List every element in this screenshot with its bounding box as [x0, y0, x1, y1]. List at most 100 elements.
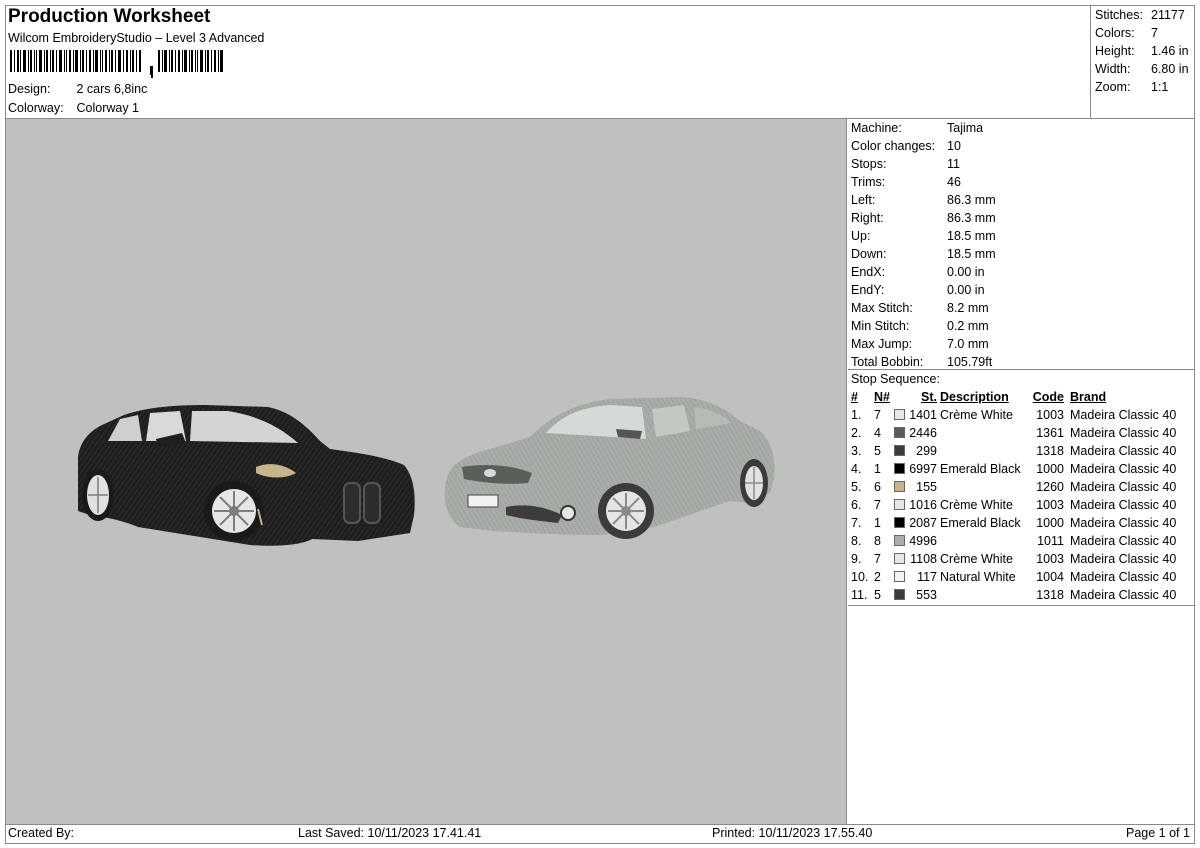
needle-number: 8 [874, 534, 881, 548]
info-label: Trims: [851, 175, 886, 189]
thread-code: 1003 [1036, 498, 1064, 512]
thread-description: Crème White [940, 408, 1013, 422]
stitch-count: 1108 [910, 552, 937, 566]
info-label: Stops: [851, 157, 887, 171]
info-value: 86.3 mm [947, 193, 996, 207]
table-row: 9. 7 1108 Crème White 1003 Madeira Classic 40 [848, 550, 1182, 568]
colorway-value: Colorway 1 [76, 101, 140, 115]
info-row: EndY: 0.00 in [848, 281, 1195, 299]
thread-color-chip [894, 445, 905, 457]
needle-number: 2 [874, 570, 881, 584]
machine-info-panel: Machine: Tajima Color changes: 10 Stops: 11… [848, 119, 1195, 371]
stitch-count: 6997 [909, 462, 937, 476]
colorway-label: Colorway: [8, 101, 64, 115]
thread-color-chip [894, 517, 905, 529]
stop-number: 2. [851, 426, 862, 440]
info-label: EndX: [851, 265, 886, 279]
info-row: Machine: Tajima [848, 119, 1195, 137]
thread-brand: Madeira Classic 40 [1070, 552, 1177, 566]
needle-number: 1 [874, 516, 881, 530]
stop-number: 9. [851, 552, 862, 566]
stitch-count: 117 [917, 570, 937, 584]
color-swatch [894, 460, 908, 478]
info-label: Min Stitch: [851, 319, 910, 333]
needle-number: 5 [874, 588, 881, 602]
info-label: Max Jump: [851, 337, 913, 351]
info-value: 46 [947, 175, 961, 189]
summary-label: Height: [1095, 44, 1135, 58]
stitch-count: 299 [916, 444, 937, 458]
stitch-count: 1016 [909, 498, 937, 512]
info-value: Tajima [947, 121, 984, 135]
thread-color-chip [894, 499, 905, 511]
thread-brand: Madeira Classic 40 [1070, 426, 1177, 440]
table-row: 2. 4 2446 1361 Madeira Classic 40 [848, 424, 1182, 442]
info-label: Color changes: [851, 139, 936, 153]
table-row: 8. 8 4996 1011 Madeira Classic 40 [848, 532, 1182, 550]
info-row: Max Jump: 7.0 mm [848, 335, 1195, 353]
info-label: Right: [851, 211, 884, 225]
table-row: 1. 7 1401 Crème White 1003 Madeira Classic 40 [848, 406, 1182, 424]
needle-number: 4 [874, 426, 881, 440]
summary-row: Colors: 7 [1095, 24, 1195, 42]
printed-date: Printed: 10/11/2023 17.55.40 [712, 826, 873, 840]
col-header-needle: N# [874, 390, 890, 404]
thread-description: Crème White [940, 498, 1013, 512]
summary-label: Colors: [1095, 26, 1135, 40]
stop-number: 5. [851, 480, 862, 494]
color-swatch [894, 442, 908, 460]
needle-number: 7 [874, 408, 881, 422]
thread-description: Natural White [940, 570, 1016, 584]
color-swatch [894, 424, 908, 442]
summary-value: 1.46 in [1151, 44, 1189, 58]
stop-sequence-caption: Stop Sequence: [851, 372, 940, 386]
stitch-count: 155 [916, 480, 937, 494]
info-row: EndX: 0.00 in [848, 263, 1195, 281]
col-header-swatch [894, 388, 908, 406]
thread-color-chip [894, 535, 905, 547]
thread-description [940, 478, 1032, 496]
thread-description [940, 424, 1032, 442]
thread-color-chip [894, 481, 905, 493]
summary-row: Stitches: 21177 [1095, 6, 1195, 24]
thread-code: 1003 [1036, 408, 1064, 422]
info-row: Down: 18.5 mm [848, 245, 1195, 263]
thread-description: Emerald Black [940, 516, 1021, 530]
table-row: 11. 5 553 1318 Madeira Classic 40 [848, 586, 1182, 604]
color-swatch [894, 568, 908, 586]
table-row: 3. 5 299 1318 Madeira Classic 40 [848, 442, 1182, 460]
thread-color-chip [894, 463, 905, 475]
thread-description [940, 442, 1032, 460]
info-value: 0.2 mm [947, 319, 989, 333]
info-row: Stops: 11 [848, 155, 1195, 173]
col-header-brand: Brand [1070, 390, 1107, 404]
thread-brand: Madeira Classic 40 [1070, 570, 1177, 584]
color-swatch [894, 586, 908, 604]
summary-value: 6.80 in [1151, 62, 1189, 76]
info-row: Left: 86.3 mm [848, 191, 1195, 209]
info-label: Left: [851, 193, 876, 207]
color-swatch [894, 496, 908, 514]
info-value: 10 [947, 139, 961, 153]
stop-number: 1. [851, 408, 862, 422]
table-row: 5. 6 155 1260 Madeira Classic 40 [848, 478, 1182, 496]
design-label: Design: [8, 82, 51, 96]
needle-number: 7 [874, 552, 881, 566]
col-header-num: # [851, 390, 858, 404]
color-swatch [894, 478, 908, 496]
stitch-count: 1401 [909, 408, 937, 422]
silver-car-design [444, 397, 775, 539]
summary-row: Width: 6.80 in [1095, 60, 1195, 78]
stitch-count: 2446 [909, 426, 937, 440]
info-value: 7.0 mm [947, 337, 989, 351]
info-row: Min Stitch: 0.2 mm [848, 317, 1195, 335]
stitch-count: 2087 [909, 516, 937, 530]
info-row: Right: 86.3 mm [848, 209, 1195, 227]
stop-number: 7. [851, 516, 862, 530]
stop-sequence: Stop Sequence: # N# St. Description Code… [848, 370, 1195, 604]
thread-description: Crème White [940, 552, 1013, 566]
created-by: Created By: [8, 826, 75, 840]
thread-brand: Madeira Classic 40 [1070, 516, 1177, 530]
thread-code: 1000 [1036, 462, 1064, 476]
summary-value: 21177 [1151, 8, 1185, 22]
